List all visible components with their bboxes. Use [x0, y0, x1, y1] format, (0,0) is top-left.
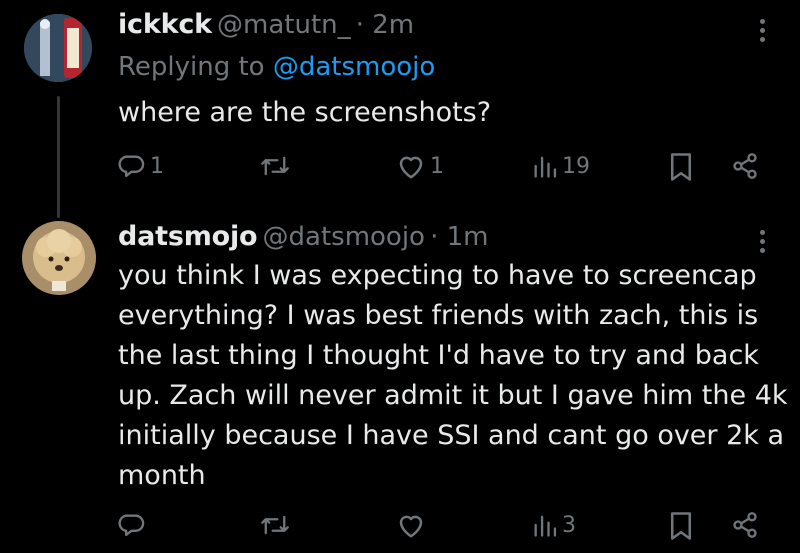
timestamp[interactable]: · 2m: [356, 10, 414, 40]
handle[interactable]: @matutn_: [217, 10, 351, 40]
like-count: 1: [430, 153, 444, 179]
share-icon: [733, 153, 757, 179]
like-button[interactable]: [396, 511, 430, 539]
replying-to: Replying to @datsmoojo: [118, 52, 435, 82]
views-button[interactable]: 3: [532, 511, 576, 539]
tweet-text-line: up. Zach will never admit it but I gave …: [118, 380, 788, 411]
reply-icon: [118, 155, 145, 178]
tweet-text-line: month: [118, 460, 206, 491]
tweet-header: ickkck @matutn_ · 2m: [118, 9, 414, 40]
avatar[interactable]: [24, 14, 92, 82]
like-icon: [399, 515, 423, 538]
tweet-text-line: initially because I have SSI and cant go…: [118, 420, 785, 451]
views-icon: [534, 156, 557, 178]
bookmark-icon: [671, 153, 691, 181]
share-button[interactable]: [730, 152, 760, 180]
retweet-icon: [261, 515, 289, 535]
handle[interactable]: @datsmoojo: [263, 222, 425, 252]
retweet-button[interactable]: [260, 152, 294, 180]
views-count: 19: [562, 153, 590, 179]
more-icon[interactable]: [760, 230, 766, 257]
reply-button[interactable]: [118, 511, 150, 539]
avatar[interactable]: [22, 221, 96, 295]
retweet-button[interactable]: [260, 511, 294, 539]
reply-button[interactable]: 1: [118, 152, 164, 180]
mention-link[interactable]: @datsmoojo: [273, 52, 435, 82]
like-icon: [399, 156, 423, 179]
timestamp[interactable]: · 1m: [430, 222, 488, 252]
tweet-text-line: the last thing I thought I'd have to try…: [118, 340, 759, 371]
share-icon: [733, 512, 757, 538]
bookmark-button[interactable]: [668, 152, 694, 182]
views-icon: [534, 515, 557, 537]
display-name[interactable]: datsmojo: [118, 221, 258, 252]
tweet-text-line: you think I was expecting to have to scr…: [118, 260, 757, 291]
tweet-text: you think I was expecting to have to scr…: [118, 256, 788, 496]
bookmark-button[interactable]: [668, 511, 694, 541]
thread-line: [57, 96, 60, 218]
more-icon[interactable]: [760, 19, 766, 46]
bookmark-icon: [671, 512, 691, 540]
like-button[interactable]: 1: [396, 152, 444, 180]
display-name[interactable]: ickkck: [118, 9, 212, 40]
replying-prefix: Replying to: [118, 52, 265, 82]
tweet-header: datsmojo @datsmoojo · 1m: [118, 221, 488, 252]
retweet-icon: [261, 156, 289, 176]
reply-icon: [118, 514, 145, 537]
views-count: 3: [562, 512, 576, 538]
views-button[interactable]: 19: [532, 152, 590, 180]
tweet-text-line: everything? I was best friends with zach…: [118, 300, 759, 331]
share-button[interactable]: [730, 511, 760, 539]
reply-count: 1: [150, 153, 164, 179]
tweet-text: where are the screenshots?: [118, 97, 492, 128]
